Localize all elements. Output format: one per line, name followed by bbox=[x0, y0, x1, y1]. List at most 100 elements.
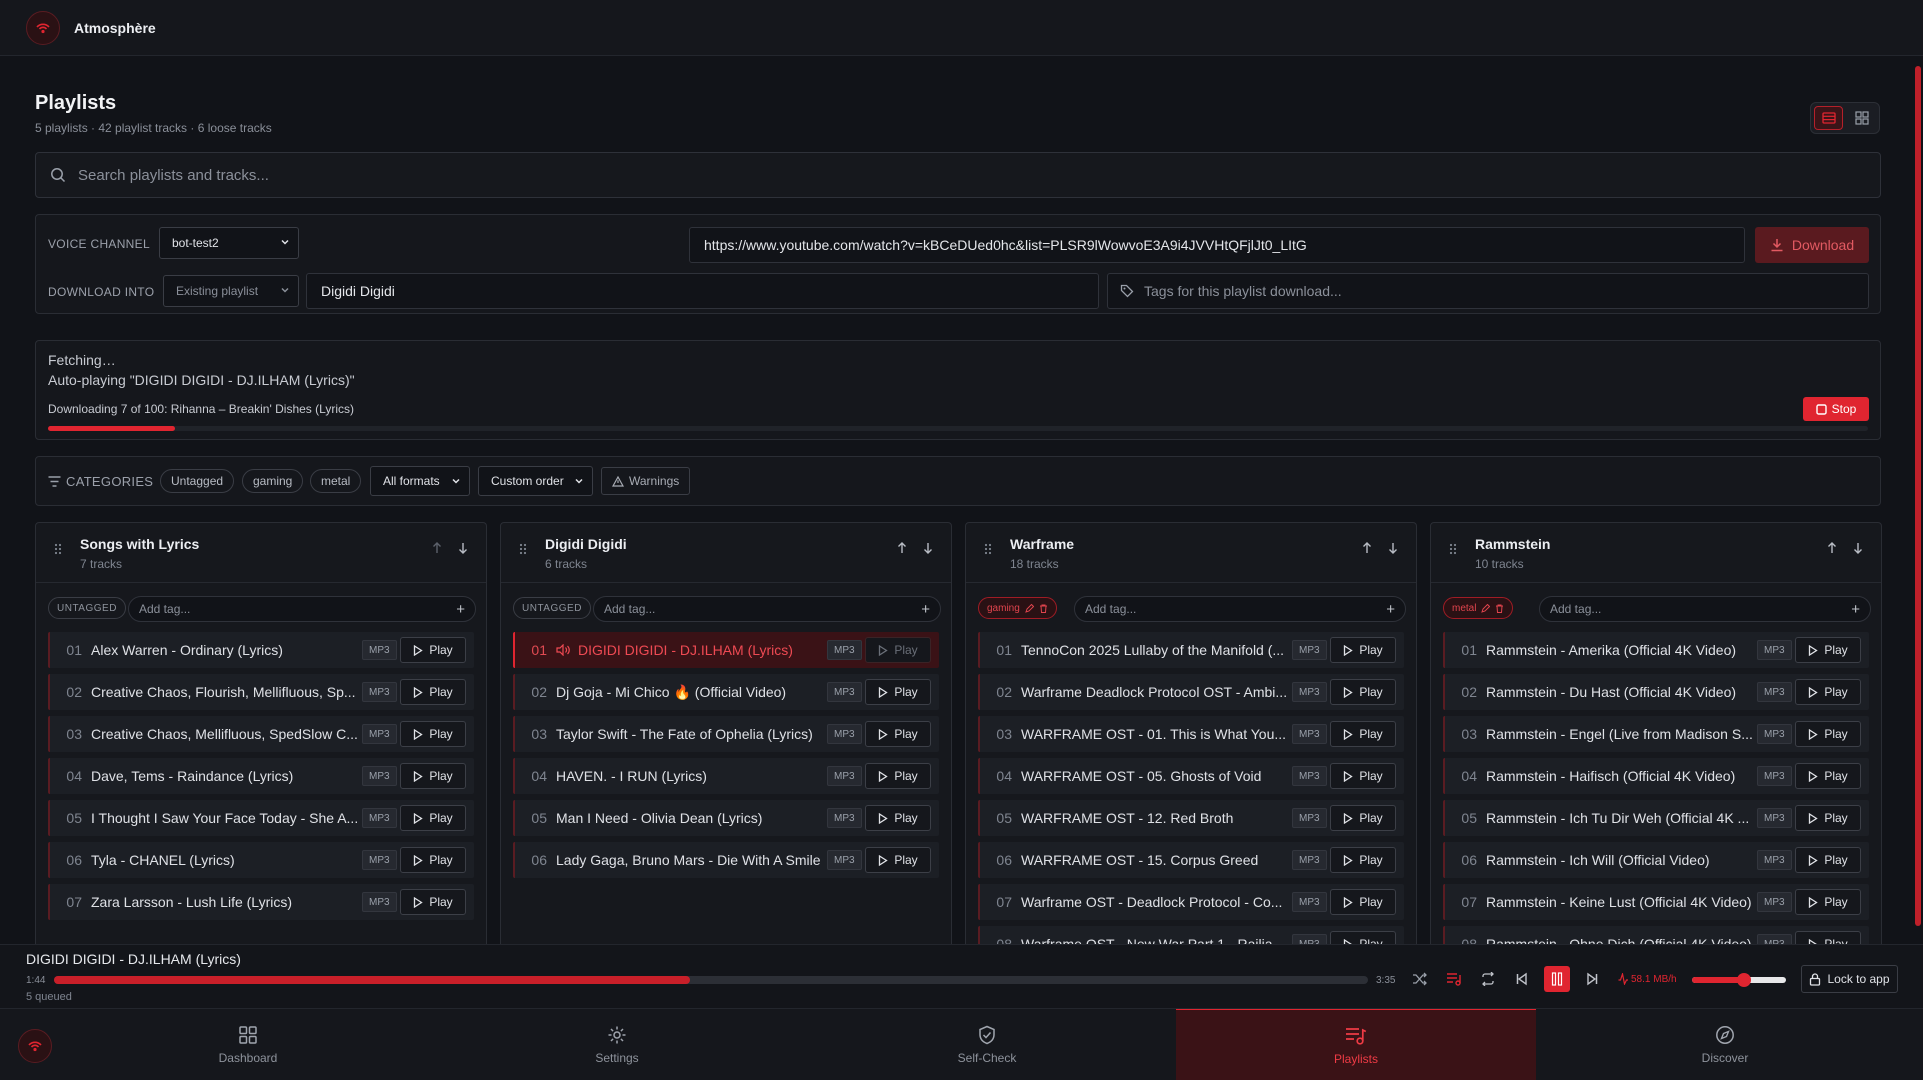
playlist-title[interactable]: Songs with Lyrics bbox=[80, 536, 199, 552]
track-row[interactable]: 04 Dave, Tems - Raindance (Lyrics) MP3 Play bbox=[48, 758, 474, 794]
playlist-tag[interactable]: gaming bbox=[978, 597, 1057, 619]
track-row[interactable]: 06 Tyla - CHANEL (Lyrics) MP3 Play bbox=[48, 842, 474, 878]
playlist-name-input[interactable]: Digidi Digidi bbox=[306, 273, 1099, 309]
play-button[interactable]: Play bbox=[1330, 721, 1396, 747]
track-row[interactable]: 04 Rammstein - Haifisch (Official 4K Vide… bbox=[1443, 758, 1869, 794]
play-button[interactable]: Play bbox=[400, 805, 466, 831]
move-down-button[interactable] bbox=[454, 539, 472, 557]
track-row[interactable]: 01 DIGIDI DIGIDI - DJ.ILHAM (Lyrics) MP3 Pl… bbox=[513, 632, 939, 668]
lock-to-app-button[interactable]: Lock to app bbox=[1801, 965, 1898, 993]
nav-settings[interactable]: Settings bbox=[437, 1009, 797, 1080]
app-logo[interactable] bbox=[26, 10, 60, 45]
track-row[interactable]: 03 Creative Chaos, Mellifluous, SpedSlow … bbox=[48, 716, 474, 752]
track-row[interactable]: 05 Rammstein - Ich Tu Dir Weh (Official 4… bbox=[1443, 800, 1869, 836]
track-row[interactable]: 03 Taylor Swift - The Fate of Ophelia (Ly… bbox=[513, 716, 939, 752]
stop-button[interactable]: Stop bbox=[1803, 397, 1869, 421]
play-button[interactable]: Play bbox=[400, 889, 466, 915]
previous-button[interactable] bbox=[1510, 967, 1534, 991]
track-row[interactable]: 07 Rammstein - Keine Lust (Official 4K Vi… bbox=[1443, 884, 1869, 920]
track-row[interactable]: 04 WARFRAME OST - 05. Ghosts of Void MP3 Pl… bbox=[978, 758, 1404, 794]
play-button[interactable]: Play bbox=[400, 763, 466, 789]
scrollbar[interactable] bbox=[1915, 66, 1921, 926]
url-input[interactable]: https://www.youtube.com/watch?v=kBCeDUed… bbox=[689, 227, 1745, 263]
track-row[interactable]: 01 TennoCon 2025 Lullaby of the Manifold … bbox=[978, 632, 1404, 668]
drag-handle-icon[interactable] bbox=[1449, 543, 1457, 555]
next-button[interactable] bbox=[1580, 967, 1604, 991]
play-button[interactable]: Play bbox=[400, 847, 466, 873]
nav-self-check[interactable]: Self-Check bbox=[807, 1009, 1167, 1080]
play-button[interactable]: Play bbox=[1795, 679, 1861, 705]
play-button[interactable]: Play bbox=[865, 763, 931, 789]
track-row[interactable]: 08 Rammstein - Ohne Dich (Official 4K Vid… bbox=[1443, 926, 1869, 944]
play-button[interactable]: Play bbox=[865, 721, 931, 747]
category-chip-gaming[interactable]: gaming bbox=[242, 469, 304, 493]
nav-playlists[interactable]: Playlists bbox=[1176, 1009, 1536, 1080]
download-into-select[interactable]: Existing playlist bbox=[163, 275, 299, 307]
tags-input[interactable]: Tags for this playlist download... bbox=[1107, 273, 1869, 309]
order-select[interactable]: Custom order bbox=[478, 466, 593, 496]
move-up-button[interactable] bbox=[1358, 539, 1376, 557]
play-button[interactable]: Play bbox=[1795, 637, 1861, 663]
track-row[interactable]: 05 WARFRAME OST - 12. Red Broth MP3 Play bbox=[978, 800, 1404, 836]
volume-knob[interactable] bbox=[1736, 973, 1751, 987]
move-down-button[interactable] bbox=[1849, 539, 1867, 557]
pause-button[interactable] bbox=[1544, 966, 1570, 992]
search-input[interactable] bbox=[78, 166, 1778, 184]
track-row[interactable]: 03 WARFRAME OST - 01. This is What You...… bbox=[978, 716, 1404, 752]
nav-dashboard[interactable]: Dashboard bbox=[68, 1009, 428, 1080]
track-row[interactable]: 02 Creative Chaos, Flourish, Mellifluous,… bbox=[48, 674, 474, 710]
plus-icon[interactable]: + bbox=[1386, 601, 1395, 618]
list-view-button[interactable] bbox=[1814, 106, 1844, 130]
shuffle-button[interactable] bbox=[1408, 967, 1432, 991]
track-row[interactable]: 06 Rammstein - Ich Will (Official Video) M… bbox=[1443, 842, 1869, 878]
drag-handle-icon[interactable] bbox=[519, 543, 527, 555]
playlist-title[interactable]: Rammstein bbox=[1475, 536, 1550, 552]
track-row[interactable]: 08 Warframe OST - New War Part 1 - Railja… bbox=[978, 926, 1404, 944]
seek-bar[interactable] bbox=[54, 976, 1368, 984]
add-tag-input[interactable]: Add tag... + bbox=[593, 596, 941, 622]
play-button[interactable]: Play bbox=[400, 637, 466, 663]
play-button[interactable]: Play bbox=[1330, 931, 1396, 944]
plus-icon[interactable]: + bbox=[456, 601, 465, 618]
play-button[interactable]: Play bbox=[1795, 847, 1861, 873]
play-button[interactable]: Play bbox=[400, 721, 466, 747]
play-button[interactable]: Play bbox=[1330, 763, 1396, 789]
play-button[interactable]: Play bbox=[865, 847, 931, 873]
queue-button[interactable] bbox=[1442, 967, 1466, 991]
trash-icon[interactable] bbox=[1039, 604, 1048, 613]
playlist-title[interactable]: Digidi Digidi bbox=[545, 536, 627, 552]
plus-icon[interactable]: + bbox=[1851, 601, 1860, 618]
category-chip-metal[interactable]: metal bbox=[310, 469, 362, 493]
move-up-button[interactable] bbox=[428, 539, 446, 557]
track-row[interactable]: 02 Warframe Deadlock Protocol OST - Ambi.… bbox=[978, 674, 1404, 710]
move-down-button[interactable] bbox=[1384, 539, 1402, 557]
playlist-title[interactable]: Warframe bbox=[1010, 536, 1074, 552]
play-button[interactable]: Play bbox=[1330, 889, 1396, 915]
play-button[interactable]: Play bbox=[865, 805, 931, 831]
track-row[interactable]: 03 Rammstein - Engel (Live from Madison S… bbox=[1443, 716, 1869, 752]
add-tag-input[interactable]: Add tag... + bbox=[1074, 596, 1406, 622]
add-tag-input[interactable]: Add tag... + bbox=[1539, 596, 1871, 622]
format-select[interactable]: All formats bbox=[370, 466, 470, 496]
play-button[interactable]: Play bbox=[1330, 847, 1396, 873]
move-up-button[interactable] bbox=[893, 539, 911, 557]
download-button[interactable]: Download bbox=[1755, 227, 1869, 263]
play-button[interactable]: Play bbox=[1795, 763, 1861, 789]
nav-logo[interactable] bbox=[18, 1029, 52, 1063]
edit-icon[interactable] bbox=[1025, 603, 1034, 613]
track-row[interactable]: 02 Rammstein - Du Hast (Official 4K Video… bbox=[1443, 674, 1869, 710]
edit-icon[interactable] bbox=[1481, 603, 1491, 613]
drag-handle-icon[interactable] bbox=[54, 543, 62, 555]
track-row[interactable]: 01 Rammstein - Amerika (Official 4K Video… bbox=[1443, 632, 1869, 668]
warnings-button[interactable]: Warnings bbox=[601, 467, 691, 495]
track-row[interactable]: 04 HAVEN. - I RUN (Lyrics) MP3 Play bbox=[513, 758, 939, 794]
category-chip-untagged[interactable]: Untagged bbox=[160, 469, 235, 493]
track-row[interactable]: 07 Zara Larsson - Lush Life (Lyrics) MP3 Pl… bbox=[48, 884, 474, 920]
play-button[interactable]: Play bbox=[1795, 931, 1861, 944]
repeat-button[interactable] bbox=[1476, 967, 1500, 991]
track-row[interactable]: 07 Warframe OST - Deadlock Protocol - Co.… bbox=[978, 884, 1404, 920]
play-button[interactable]: Play bbox=[865, 637, 931, 663]
play-button[interactable]: Play bbox=[865, 679, 931, 705]
volume-slider[interactable] bbox=[1692, 973, 1786, 987]
track-row[interactable]: 05 Man I Need - Olivia Dean (Lyrics) MP3 Pl… bbox=[513, 800, 939, 836]
